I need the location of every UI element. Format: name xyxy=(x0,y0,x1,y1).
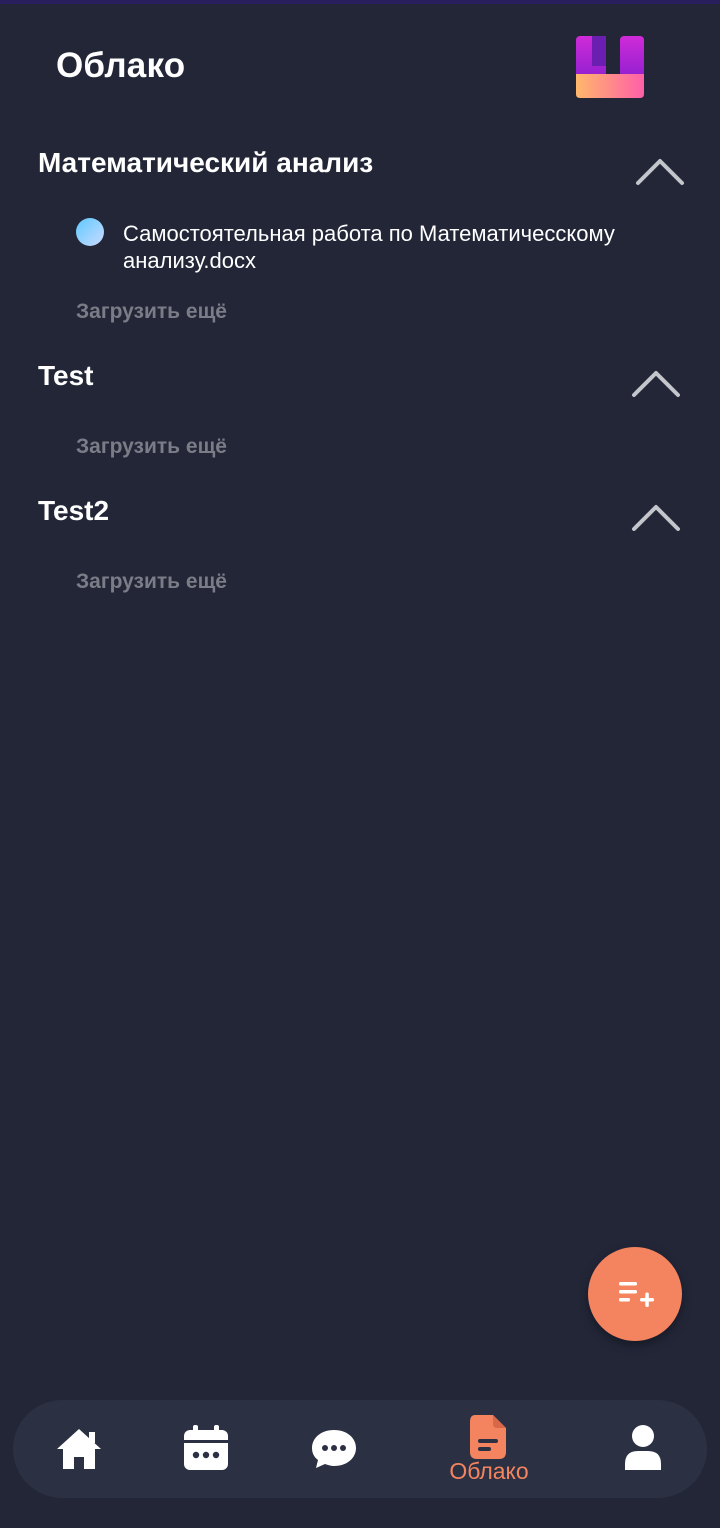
load-more-button[interactable]: Загрузить ещё xyxy=(76,435,227,459)
document-icon xyxy=(470,1415,506,1459)
section-test2: Test2 Загрузить ещё xyxy=(0,495,720,605)
chevron-up-icon xyxy=(632,505,680,531)
calendar-icon xyxy=(184,1425,228,1470)
nav-chat[interactable] xyxy=(285,1400,385,1498)
collapse-chevron-button[interactable] xyxy=(626,363,686,403)
nav-home[interactable] xyxy=(26,1400,126,1498)
bottom-navigation: Облако xyxy=(13,1400,707,1498)
nav-profile[interactable] xyxy=(593,1400,693,1498)
add-file-fab-button[interactable] xyxy=(588,1247,682,1341)
user-icon xyxy=(625,1425,661,1470)
collapse-chevron-button[interactable] xyxy=(630,151,690,191)
nav-cloud[interactable]: Облако xyxy=(413,1400,565,1498)
file-item[interactable]: Самостоятельная работа по Математичесско… xyxy=(76,218,676,278)
page-title: Облако xyxy=(56,46,186,85)
section-title: Test2 xyxy=(38,495,110,526)
section-test: Test Загрузить ещё xyxy=(0,360,720,470)
section-mathematical-analysis: Математический анализ Самостоятельная ра… xyxy=(0,147,720,327)
nav-cloud-label: Облако xyxy=(449,1458,529,1484)
file-status-icon xyxy=(76,218,104,246)
nav-calendar[interactable] xyxy=(157,1400,257,1498)
home-icon xyxy=(57,1429,101,1469)
status-accent-line xyxy=(0,0,720,4)
chevron-up-icon xyxy=(632,371,680,397)
load-more-button[interactable]: Загрузить ещё xyxy=(76,570,227,594)
chat-icon xyxy=(312,1430,356,1468)
section-title: Test xyxy=(38,360,94,391)
chevron-up-icon xyxy=(636,159,684,185)
app-logo xyxy=(574,34,646,100)
section-title: Математический анализ xyxy=(38,147,374,178)
collapse-chevron-button[interactable] xyxy=(626,497,686,537)
file-name: Самостоятельная работа по Математичесско… xyxy=(123,221,615,273)
add-list-icon xyxy=(619,1282,654,1307)
load-more-button[interactable]: Загрузить ещё xyxy=(76,300,227,324)
